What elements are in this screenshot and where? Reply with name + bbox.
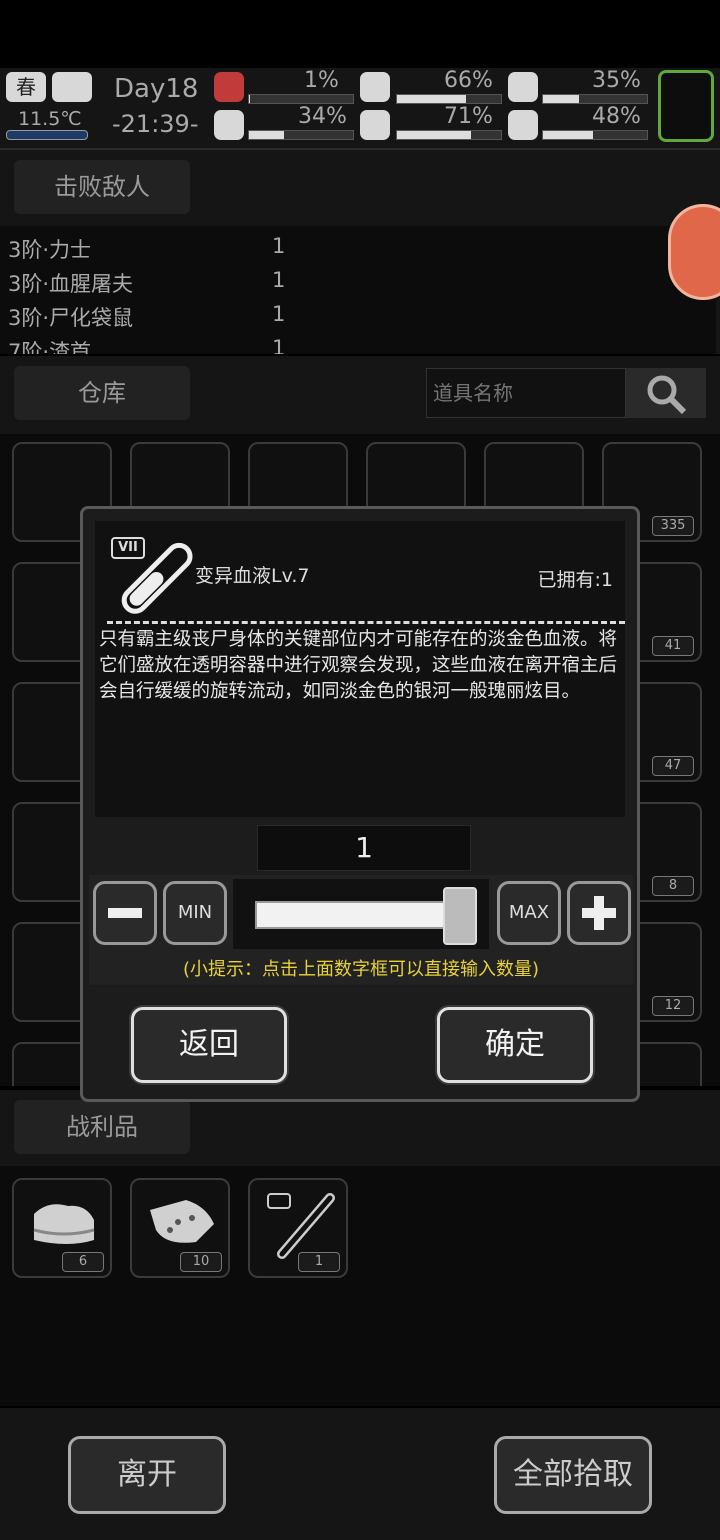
loot-slot-blood-vial[interactable]: 1 <box>248 1178 348 1278</box>
max-label: MAX <box>508 902 550 923</box>
thermometer-icon <box>6 130 88 140</box>
heart-value: 48% <box>592 104 641 129</box>
mood-bar <box>542 94 648 104</box>
minus-icon <box>108 908 142 918</box>
defeated-list: 3阶·力士 1 3阶·血腥屠夫 1 3阶·尸化袋鼠 1 7阶·渣首 1 <box>0 226 716 354</box>
leave-label: 离开 <box>117 1457 177 1492</box>
thirst-bar <box>396 130 502 140</box>
day-label: Day18 <box>114 74 199 104</box>
divider <box>107 621 625 624</box>
enemy-count: 1 <box>272 268 286 292</box>
stomach-icon <box>360 72 390 102</box>
season-label: 春 <box>16 75 36 99</box>
enemy-name: 3阶·力士 <box>8 238 92 262</box>
quantity-input[interactable]: 1 <box>257 825 471 871</box>
slot-count-badge: 12 <box>652 996 694 1016</box>
defeated-panel: 击败敌人 3阶·力士 1 3阶·血腥屠夫 1 3阶·尸化袋鼠 1 7阶·渣首 1 <box>0 150 720 354</box>
slot-count-badge: 8 <box>652 876 694 896</box>
blood-vial-icon <box>121 542 193 614</box>
blood-vial-icon <box>267 1193 335 1259</box>
slot-count-badge: 10 <box>180 1252 222 1272</box>
quantity-hint: (小提示：点击上面数字框可以直接输入数量) <box>182 959 540 980</box>
item-detail-dialog: VII 变异血液Lv.7 已拥有:1 只有霸主级丧尸身体的关键部位内才可能存在的… <box>80 506 640 1102</box>
stamina-value: 34% <box>298 104 347 129</box>
status-bar: 春 11.5℃ Day18 -21:39- 1% 66% 35% 34% 71%… <box>0 68 720 150</box>
loot-slot-meat[interactable]: 10 <box>130 1178 230 1278</box>
slider-fill <box>257 903 467 927</box>
item-description: 只有霸主级丧尸身体的关键部位内才可能存在的淡金色血液。将它们盛放在透明容器中进行… <box>99 629 618 702</box>
weather-cloud-icon <box>52 72 92 102</box>
slot-count-badge: 335 <box>652 516 694 536</box>
enemy-name: 3阶·血腥屠夫 <box>8 272 134 296</box>
quantity-slider[interactable] <box>233 879 489 949</box>
leave-button[interactable]: 离开 <box>68 1436 226 1514</box>
enemy-name: 3阶·尸化袋鼠 <box>8 306 134 330</box>
decrease-button[interactable] <box>93 881 157 945</box>
confirm-button[interactable]: 确定 <box>437 1007 593 1083</box>
enemy-name: 7阶·渣首 <box>8 340 92 354</box>
meat-icon <box>150 1200 214 1243</box>
warehouse-title: 仓库 <box>14 366 190 420</box>
max-button[interactable]: MAX <box>497 881 561 945</box>
item-name: 变异血液Lv.7 <box>195 565 310 587</box>
loot-title: 战利品 <box>14 1100 190 1154</box>
back-label: 返回 <box>179 1027 239 1062</box>
confirm-label: 确定 <box>485 1027 545 1062</box>
min-label: MIN <box>177 902 213 923</box>
item-search-input[interactable] <box>426 368 626 418</box>
medkit-icon <box>214 72 244 102</box>
slot-count-badge: 6 <box>62 1252 104 1272</box>
hunger-value: 66% <box>444 68 493 93</box>
hunger-bar <box>396 94 502 104</box>
mood-icon <box>508 72 538 102</box>
pickup-all-button[interactable]: 全部拾取 <box>494 1436 652 1514</box>
search-button[interactable] <box>626 368 706 418</box>
temperature-label: 11.5℃ <box>18 108 82 130</box>
loot-grid: 6 10 1 <box>0 1166 720 1406</box>
slot-count-badge: 1 <box>298 1252 340 1272</box>
item-description-box: VII 变异血液Lv.7 已拥有:1 只有霸主级丧尸身体的关键部位内才可能存在的… <box>95 521 625 817</box>
increase-button[interactable] <box>567 881 631 945</box>
enemy-count: 1 <box>272 234 286 258</box>
health-bar <box>248 94 354 104</box>
water-drop-icon <box>360 110 390 140</box>
quantity-value: 1 <box>355 831 373 864</box>
slider-thumb[interactable] <box>443 887 477 945</box>
equipment-slot-button[interactable] <box>658 70 714 142</box>
defeated-title: 击败敌人 <box>14 160 190 214</box>
back-button[interactable]: 返回 <box>131 1007 287 1083</box>
min-button[interactable]: MIN <box>163 881 227 945</box>
item-owned-count: 已拥有:1 <box>537 569 614 591</box>
heart-icon <box>508 110 538 140</box>
time-label: -21:39- <box>112 110 199 138</box>
enemy-count: 1 <box>272 302 286 326</box>
slot-count-badge: 41 <box>652 636 694 656</box>
floating-assistant-button[interactable] <box>668 204 720 300</box>
heart-bar <box>542 130 648 140</box>
loot-panel: 战利品 6 10 1 <box>0 1090 720 1406</box>
season-badge: 春 <box>6 72 46 102</box>
enemy-count: 1 <box>272 336 286 354</box>
plus-icon <box>570 884 628 942</box>
health-value: 1% <box>304 68 339 93</box>
slider-track <box>255 901 469 929</box>
thirst-value: 71% <box>444 104 493 129</box>
search-icon <box>647 375 687 415</box>
slot-count-badge: 47 <box>652 756 694 776</box>
loot-slot-cloth[interactable]: 6 <box>12 1178 112 1278</box>
boot-icon <box>214 110 244 140</box>
pickup-all-label: 全部拾取 <box>513 1457 633 1492</box>
cloth-icon <box>33 1204 95 1244</box>
mood-value: 35% <box>592 68 641 93</box>
stamina-bar <box>248 130 354 140</box>
